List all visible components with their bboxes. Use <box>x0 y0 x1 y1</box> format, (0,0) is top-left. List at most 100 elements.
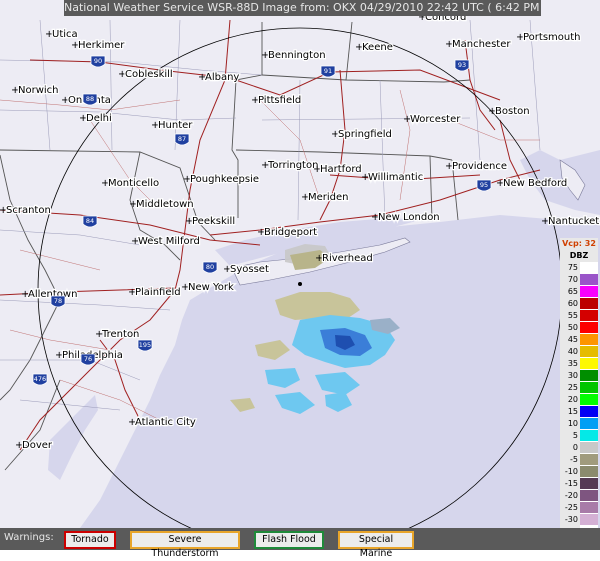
legend-row: 50 <box>560 322 598 334</box>
legend-color-swatch <box>580 418 598 430</box>
legend-level-label: 25 <box>560 382 580 394</box>
legend-row: -20 <box>560 490 598 502</box>
legend-level-label: -25 <box>560 502 580 514</box>
legend-unit: DBZ <box>560 250 598 262</box>
legend-color-swatch <box>580 310 598 322</box>
legend-row: 0 <box>560 442 598 454</box>
city-label: Keene <box>362 42 393 53</box>
city-label: New London <box>378 212 440 223</box>
city-label: West Milford <box>138 236 200 247</box>
city-label: Meriden <box>308 192 349 203</box>
legend-row: 45 <box>560 334 598 346</box>
legend-color-swatch <box>580 502 598 514</box>
interstate-shield-icon: 87 <box>174 133 190 146</box>
legend-level-label: -30 <box>560 514 580 526</box>
highway-number: 87 <box>178 135 186 143</box>
legend-color-swatch <box>580 382 598 394</box>
legend-level-label: 30 <box>560 370 580 382</box>
interstate-shield-icon: 78 <box>50 295 66 308</box>
radar-site-marker <box>298 282 302 286</box>
city-label: Trenton <box>101 329 139 340</box>
legend-level-label: -15 <box>560 478 580 490</box>
legend-color-swatch <box>580 334 598 346</box>
radar-display: + Utica + Herkimer + Cobleskill + Albany + Bennin… <box>0 0 600 559</box>
legend-row: 40 <box>560 346 598 358</box>
legend-level-label: -20 <box>560 490 580 502</box>
legend-level-label: 55 <box>560 310 580 322</box>
interstate-shield-icon: 93 <box>454 59 470 72</box>
city-label: Hunter <box>158 120 193 131</box>
city-label: Worcester <box>410 114 461 125</box>
legend-row: -25 <box>560 502 598 514</box>
highway-number: 80 <box>206 263 214 271</box>
legend-level-label: 35 <box>560 358 580 370</box>
legend-row: 30 <box>560 370 598 382</box>
legend-color-swatch <box>580 274 598 286</box>
legend-level-label: 10 <box>560 418 580 430</box>
city-label: New York <box>188 282 234 293</box>
interstate-shield-icon: 80 <box>202 261 218 274</box>
legend-row: -5 <box>560 454 598 466</box>
legend-row: 10 <box>560 418 598 430</box>
legend-row: -10 <box>560 466 598 478</box>
highway-number: 95 <box>480 181 488 189</box>
city-label: Springfield <box>338 129 392 140</box>
interstate-shield-icon: 88 <box>82 93 98 106</box>
legend-color-swatch <box>580 454 598 466</box>
highway-number: 76 <box>84 355 92 363</box>
highway-number: 84 <box>86 217 94 225</box>
legend-level-label: 60 <box>560 298 580 310</box>
legend-row: 5 <box>560 430 598 442</box>
legend-color-swatch <box>580 490 598 502</box>
legend-level-label: -10 <box>560 466 580 478</box>
legend-level-label: 50 <box>560 322 580 334</box>
legend-color-swatch <box>580 358 598 370</box>
legend-level-label: 15 <box>560 406 580 418</box>
highway-number: 90 <box>94 57 102 65</box>
legend-color-swatch <box>580 394 598 406</box>
legend-color-swatch <box>580 430 598 442</box>
city-label: Hartford <box>320 164 362 175</box>
legend-row: -15 <box>560 478 598 490</box>
tornado-warning-button[interactable]: Tornado <box>64 531 116 549</box>
highway-number: 195 <box>139 341 151 349</box>
severe-thunderstorm-warning-button[interactable]: Severe Thunderstorm <box>130 531 240 559</box>
legend-row: 70 <box>560 274 598 286</box>
city-label: Boston <box>495 106 530 117</box>
legend-color-swatch <box>580 406 598 418</box>
legend-level-label: 45 <box>560 334 580 346</box>
highway-number: 476 <box>34 375 46 383</box>
city-label: Poughkeepsie <box>190 174 259 185</box>
legend-vcp: Vcp: 32 <box>560 238 598 250</box>
city-label: New Bedford <box>503 178 567 189</box>
interstate-shield-icon: 91 <box>320 65 336 78</box>
interstate-shield-icon: 476 <box>32 373 48 386</box>
legend-level-label: 20 <box>560 394 580 406</box>
city-label: Scranton <box>6 205 51 216</box>
interstate-shield-icon: 90 <box>90 55 106 68</box>
legend-row: 75 <box>560 262 598 274</box>
city-label: Manchester <box>452 39 511 50</box>
legend-color-swatch <box>580 286 598 298</box>
reflectivity-legend: Vcp: 32 DBZ 75 70 65 60 55 50 45 40 35 30 25 20 15 10… <box>560 238 600 546</box>
flash-flood-warning-button[interactable]: Flash Flood <box>254 531 324 549</box>
city-label: Delhi <box>86 113 112 124</box>
warnings-label: Warnings: <box>4 532 54 543</box>
city-label: Riverhead <box>322 253 373 264</box>
legend-level-label: 70 <box>560 274 580 286</box>
city-label: Nantucket <box>548 216 599 227</box>
city-label: Bridgeport <box>264 227 317 238</box>
legend-color-swatch <box>580 514 598 526</box>
legend-row: 20 <box>560 394 598 406</box>
highway-number: 88 <box>86 95 94 103</box>
legend-row: 35 <box>560 358 598 370</box>
legend-level-label: 40 <box>560 346 580 358</box>
city-label: Pittsfield <box>258 95 301 106</box>
city-label: Norwich <box>18 85 59 96</box>
city-label: Monticello <box>108 178 159 189</box>
city-label: Syosset <box>230 264 269 275</box>
city-label: Torrington <box>267 160 318 171</box>
special-marine-warning-button[interactable]: Special Marine <box>338 531 414 559</box>
legend-row: 55 <box>560 310 598 322</box>
interstate-shield-icon: 76 <box>80 353 96 366</box>
